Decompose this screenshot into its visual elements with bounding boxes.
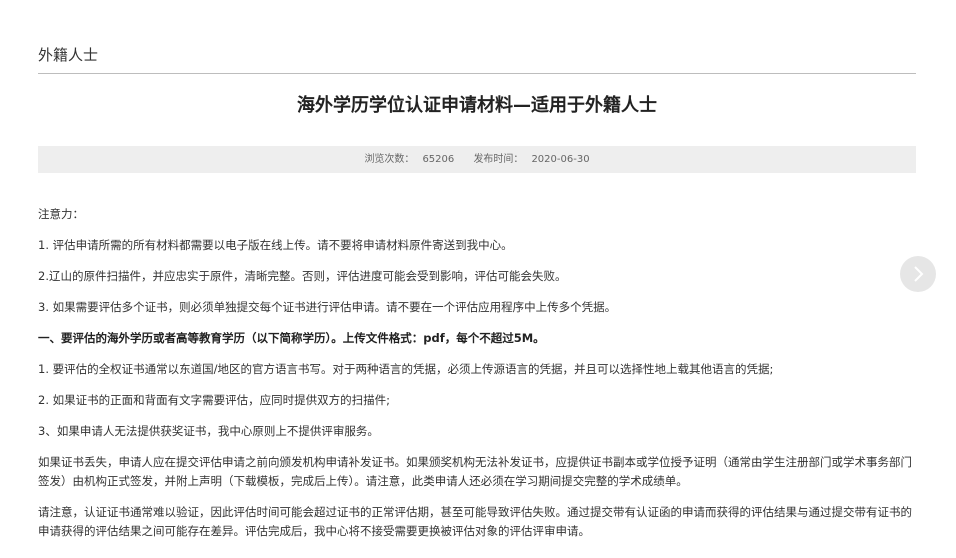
notice-heading: 注意力： xyxy=(38,207,84,221)
paragraph: 2. 如果证书的正面和背面有文字需要评估，应同时提供双方的扫描件; xyxy=(38,393,390,407)
article-title: 海外学历学位认证申请材料—适用于外籍人士 xyxy=(297,95,657,116)
paragraph: 3. 如果需要评估多个证书，则必须单独提交每个证书进行评估申请。请不要在一个评估… xyxy=(38,300,617,314)
section-heading: 一、要评估的海外学历或者高等教育学历（以下简称学历）。上传文件格式：pdf，每个… xyxy=(38,331,545,345)
paragraph: 请注意，认证证书通常难以验证，因此评估时间可能会超过证书的正常评估期，甚至可能导… xyxy=(38,505,912,538)
publish-date: 发布时间： 2020-06-30 xyxy=(469,154,593,165)
article-meta-bar: 浏览次数： 65206 发布时间： 2020-06-30 xyxy=(38,146,916,173)
section-title: 外籍人士 xyxy=(38,46,99,64)
paragraph: 1. 评估申请所需的所有材料都需要以电子版在线上传。请不要将申请材料原件寄送到我… xyxy=(38,238,513,252)
next-article-button[interactable] xyxy=(900,256,936,292)
view-count-label: 浏览次数： xyxy=(364,154,415,165)
paragraph: 如果证书丢失，申请人应在提交评估申请之前向颁发机构申请补发证书。如果颁奖机构无法… xyxy=(38,455,912,488)
publish-date-label: 发布时间： xyxy=(473,154,524,165)
paragraph: 2.辽山的原件扫描件，并应忠实于原件，清晰完整。否则，评估进度可能会受到影响，评… xyxy=(38,269,567,283)
paragraph: 3、如果申请人无法提供获奖证书，我中心原则上不提供评审服务。 xyxy=(38,424,379,438)
section-divider xyxy=(38,73,916,74)
article-content: 注意力： 1. 评估申请所需的所有材料都需要以电子版在线上传。请不要将申请材料原… xyxy=(38,205,916,541)
publish-date-value: 2020-06-30 xyxy=(531,154,590,165)
paragraph: 1. 要评估的全权证书通常以东道国/地区的官方语言书写。对于两种语言的凭据，必须… xyxy=(38,362,774,376)
view-count: 浏览次数： 65206 xyxy=(360,154,458,165)
chevron-right-icon xyxy=(911,265,925,283)
view-count-value: 65206 xyxy=(422,154,455,165)
